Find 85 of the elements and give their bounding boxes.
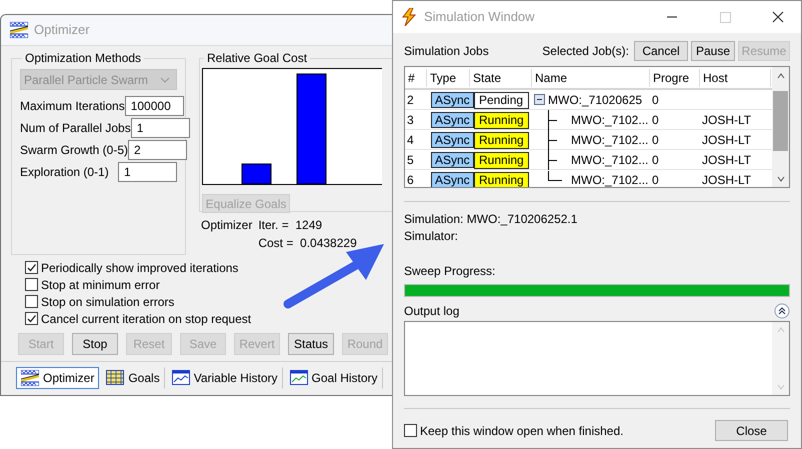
table-cell-text: MWO:_71020625: [548, 92, 642, 108]
table-cell-text: 2: [406, 92, 415, 108]
checkbox-label: Periodically show improved iterations: [41, 260, 238, 276]
close-button[interactable]: Close: [715, 420, 788, 441]
chart-icon: [290, 370, 308, 386]
simulation-text: Simulation: MWO:_710206252.1: [404, 211, 578, 228]
input-field[interactable]: 1: [130, 118, 190, 138]
checkbox[interactable]: [404, 424, 417, 437]
column-header[interactable]: State: [470, 68, 532, 86]
toolbar-button[interactable]: Stop: [72, 333, 118, 355]
job-action-button[interactable]: Pause: [691, 41, 735, 61]
column-header[interactable]: Host: [700, 68, 771, 86]
field-label: Num of Parallel Jobs: [20, 120, 131, 137]
state-tag: Running: [474, 172, 529, 187]
chart-icon: [172, 370, 190, 386]
tab[interactable]: Variable History: [166, 367, 283, 389]
checkbox[interactable]: [25, 278, 38, 291]
section-label: Simulation Jobs: [404, 43, 490, 60]
table-cell-text: MWO:_7102...: [571, 152, 648, 169]
iteration-text: Iter. = 1249: [258, 217, 324, 234]
status-label: Optimizer: [201, 217, 252, 234]
chart-icon: [106, 370, 124, 386]
field-label: Maximum Iterations: [20, 98, 125, 115]
scrollbar[interactable]: [772, 67, 789, 187]
chevron-down-icon: [160, 76, 170, 82]
table-cell-text: MWO:_7102...: [571, 112, 648, 129]
cost-text: Cost = 0.0438229: [258, 235, 357, 252]
column-header[interactable]: #: [405, 68, 427, 86]
table-cell-text: 0: [651, 92, 660, 108]
state-tag: Running: [474, 132, 529, 149]
section-label: Output log: [404, 303, 460, 320]
chart-icon: [21, 370, 39, 386]
state-tag: Pending: [474, 92, 529, 108]
collapse-icon[interactable]: [534, 94, 545, 105]
table-cell-text: 0: [651, 132, 660, 149]
table-cell-text: MWO:_7102...: [571, 172, 648, 187]
lightning-icon: [401, 8, 417, 26]
table-cell-text: JOSH-LT: [701, 112, 752, 129]
table-cell-text: JOSH-LT: [701, 172, 752, 187]
window-title: Simulation Window: [424, 8, 536, 26]
state-tag: Running: [474, 152, 529, 169]
input-field[interactable]: 2: [128, 140, 188, 160]
field-label: Swarm Growth (0-5): [20, 142, 128, 159]
tab[interactable]: Goal History: [284, 367, 383, 389]
input-field[interactable]: 100000: [124, 96, 184, 116]
checkbox-label: Keep this window open when finished.: [420, 422, 624, 440]
type-tag: ASync: [431, 92, 474, 108]
group-title: Relative Goal Cost: [206, 51, 308, 65]
optimizer-icon: [10, 22, 28, 38]
table-cell-text: JOSH-LT: [701, 132, 752, 149]
simulator-text: Simulator:: [404, 228, 460, 245]
table-cell-text: 0: [651, 112, 660, 129]
field-label: Exploration (0-1): [20, 164, 109, 181]
state-tag: Running: [474, 112, 529, 129]
type-tag: ASync: [431, 152, 474, 168]
type-tag: ASync: [431, 172, 474, 187]
checkbox-label: Stop at minimum error: [41, 276, 160, 294]
checkbox[interactable]: [25, 295, 38, 308]
collapse-icon[interactable]: [774, 303, 790, 319]
table-cell-text: MWO:_7102...: [571, 132, 648, 149]
checkbox-label: Stop on simulation errors: [41, 294, 174, 310]
checkbox[interactable]: [25, 312, 38, 325]
tab[interactable]: Optimizer: [16, 367, 100, 389]
column-header[interactable]: Progre: [650, 68, 700, 86]
table-cell-text: 3: [406, 112, 415, 129]
type-tag: ASync: [431, 132, 474, 148]
table-cell-text: 6: [406, 172, 415, 187]
selected-jobs-label: Selected Job(s):: [542, 43, 629, 60]
type-tag: ASync: [431, 112, 474, 128]
table-cell-text: JOSH-LT: [701, 152, 752, 169]
section-label: Sweep Progress:: [404, 264, 496, 278]
column-header[interactable]: Type: [427, 68, 470, 86]
checkbox-label: Cancel current iteration on stop request: [41, 310, 252, 328]
group-title: Optimization Methods: [24, 51, 142, 65]
window-title: Optimizer: [34, 21, 90, 40]
job-action-button[interactable]: Cancel: [634, 41, 688, 61]
table-cell-text: 0: [651, 152, 660, 169]
table-cell-text: 4: [406, 132, 415, 149]
tab[interactable]: Goals: [101, 367, 165, 389]
table-cell-text: 5: [406, 152, 415, 169]
table-cell-text: 0: [651, 172, 660, 187]
input-field[interactable]: 1: [118, 162, 177, 182]
checkbox[interactable]: [25, 261, 38, 274]
toolbar-button[interactable]: Status: [288, 333, 334, 355]
column-header[interactable]: Name: [532, 68, 650, 86]
